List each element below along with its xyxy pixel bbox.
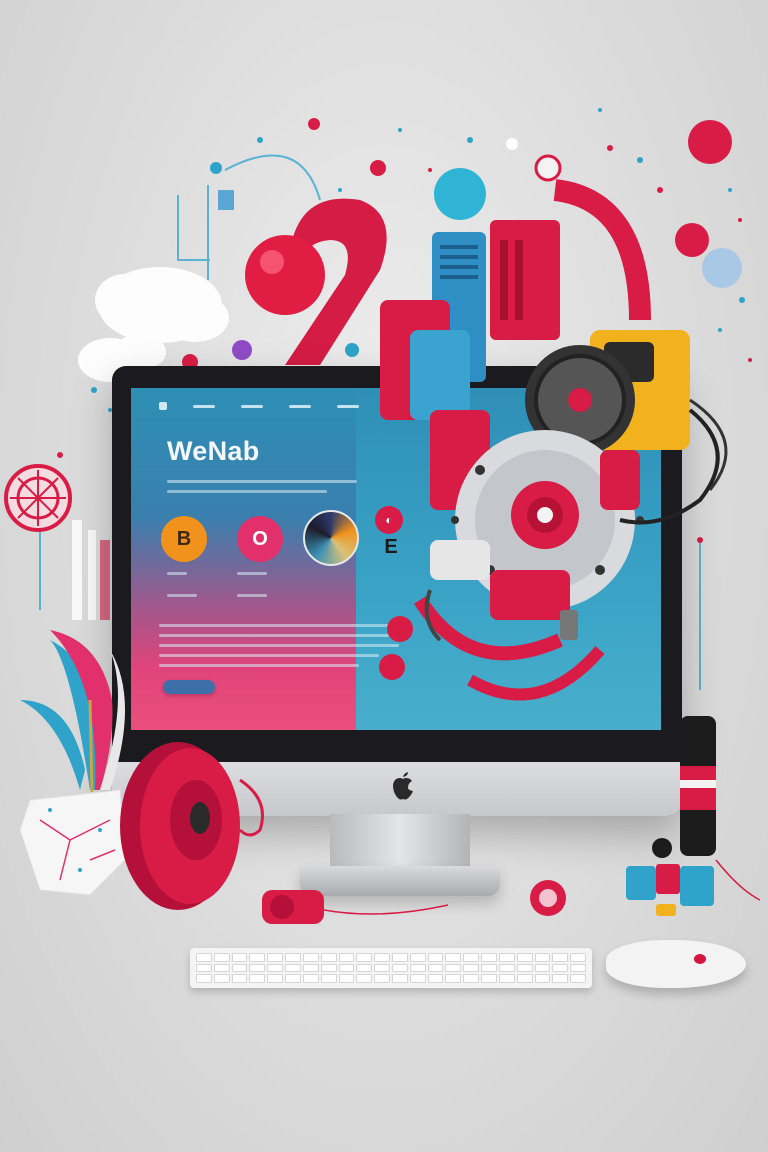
mouse[interactable]: [606, 940, 746, 988]
scene: WeNab B O ◐ E: [0, 0, 768, 1152]
mouse-button-icon: [694, 954, 706, 964]
keyboard[interactable]: [190, 948, 592, 988]
